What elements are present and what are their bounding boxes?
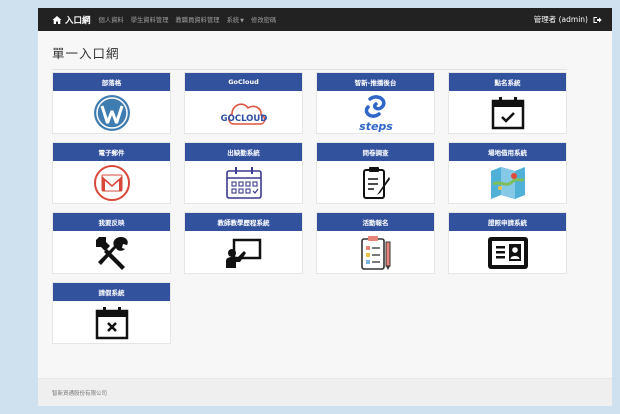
gocloud-logo: GOCLOUD [220,102,267,125]
brand-link[interactable]: 入口網 [52,14,91,26]
nav-system-label: 系統 [226,17,240,24]
steps-logo-text: steps [359,120,393,133]
card-gocloud[interactable]: GoCloud GOCLOUD [184,72,303,134]
calendar-grid-icon [225,166,262,199]
card-attendance[interactable]: 出缺勤系統 [184,142,303,204]
card-blog[interactable]: 部落格 [52,72,171,134]
card-survey[interactable]: 問卷調查 [316,142,435,204]
nav-profile[interactable]: 個人資料 [99,15,124,24]
card-title: 出缺勤系統 [185,143,302,161]
user-menu[interactable]: 管理者 (admin) [534,14,602,25]
home-icon [52,15,62,24]
brand-label: 入口網 [65,15,91,26]
top-navbar: 入口網 個人資料 學生資料管理 教職員資料管理 系統▼ 修改密碼 管理者 (ad… [38,8,612,31]
card-title: 證照申請系統 [449,213,566,231]
card-title: 我要反映 [53,213,170,231]
card-title: 電子郵件 [53,143,170,161]
card-title: 部落格 [53,73,170,91]
wordpress-icon [93,94,130,131]
clipboard-list-icon [360,235,390,270]
gocloud-logo-text: GOCLOUD [220,114,267,124]
calendar-x-icon [95,306,128,339]
footer: 智新資通股份有限公司 [38,378,612,406]
card-license-application[interactable]: 證照申請系統 [448,212,567,274]
steps-logo: steps [359,94,393,133]
card-steps[interactable]: 智新-推播後台 steps [316,72,435,134]
nav-change-password[interactable]: 修改密碼 [251,15,276,24]
card-title: 教師教學歷程系統 [185,213,302,231]
browser-frame: 入口網 個人資料 學生資料管理 教職員資料管理 系統▼ 修改密碼 管理者 (ad… [38,8,612,406]
card-event-signup[interactable]: 活動報名 [316,212,435,274]
card-feedback[interactable]: 我要反映 [52,212,171,274]
footer-company: 智新資通股份有限公司 [52,391,108,397]
gmail-icon [93,164,130,201]
card-roll-call[interactable]: 點名系統 [448,72,567,134]
main-content: 單一入口網 部落格 GoCloud GOCLOUD 智新-推播後台 steps … [52,31,567,344]
user-name: 管理者 (admin) [533,15,588,24]
card-title: 活動報名 [317,213,434,231]
card-teaching-portfolio[interactable]: 教師教學歷程系統 [184,212,303,274]
tools-icon [95,236,128,270]
card-title: 智新-推播後台 [317,73,434,91]
id-card-icon [487,236,528,269]
clipboard-pen-icon [362,166,390,199]
card-title: 點名系統 [449,73,566,91]
nav-staff-data[interactable]: 教職員資料管理 [175,15,219,24]
page-title: 單一入口網 [52,43,567,70]
card-title: 場地借用系統 [449,143,566,161]
caret-down-icon: ▼ [240,18,245,24]
calendar-check-icon [491,96,524,129]
card-title: GoCloud [185,73,302,91]
map-icon [490,166,525,199]
card-venue[interactable]: 場地借用系統 [448,142,567,204]
card-email[interactable]: 電子郵件 [52,142,171,204]
card-title: 問卷調查 [317,143,434,161]
teacher-board-icon [225,238,261,268]
nav-system-dropdown[interactable]: 系統▼ [227,15,244,24]
card-title: 請假系統 [53,283,170,301]
card-leave[interactable]: 請假系統 [52,282,171,344]
nav-student-data[interactable]: 學生資料管理 [131,15,169,24]
logout-icon[interactable] [593,16,602,24]
